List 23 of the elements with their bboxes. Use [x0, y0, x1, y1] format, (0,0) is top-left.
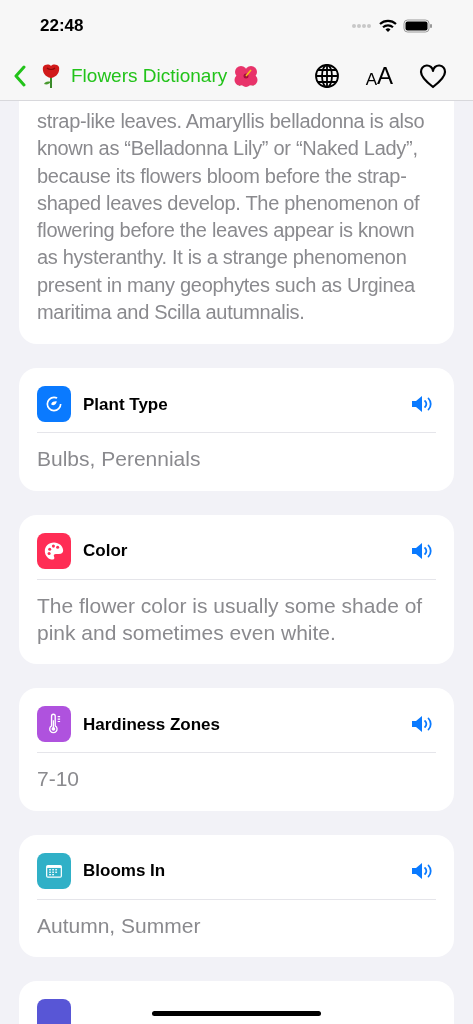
globe-icon[interactable]	[313, 63, 340, 89]
speaker-icon[interactable]	[410, 394, 434, 415]
back-icon[interactable]	[13, 65, 27, 87]
field-title: Color	[83, 539, 129, 562]
text-size-button[interactable]: AA	[365, 64, 393, 88]
signal-icon	[351, 23, 373, 29]
status-time: 22:48	[40, 15, 84, 38]
hibiscus-icon	[233, 64, 260, 88]
speaker-icon[interactable]	[410, 714, 434, 735]
battery-icon	[403, 19, 433, 33]
field-title: Hardiness Zones	[83, 713, 221, 736]
field-value: The flower color is usually some shade of pink and sometimes even white.	[37, 592, 424, 646]
speaker-icon[interactable]	[410, 540, 434, 561]
field-value: 7-10	[37, 766, 81, 793]
speaker-icon[interactable]	[410, 860, 434, 881]
field-value: Bulbs, Perennials	[37, 446, 202, 473]
heart-icon[interactable]	[419, 63, 447, 89]
field-title: Blooms In	[83, 859, 167, 882]
app-title: Flowers Dictionary	[71, 63, 228, 88]
wifi-icon	[379, 19, 397, 33]
description-text: strap-like leaves. Amaryllis belladonna is also known as “Belladonna Lily” or “Naked Lady”, because its flowers bloom before the strap-shaped leaves develop. The phenomenon of flowering before the leaves appear is known as hysteranthy. It is a strange phenomenon present in many geophytes such as Urginea maritima and Scilla autumnalis.	[37, 109, 426, 326]
field-title: Plant Type	[83, 393, 169, 416]
field-value: Autumn, Summer	[37, 912, 202, 939]
